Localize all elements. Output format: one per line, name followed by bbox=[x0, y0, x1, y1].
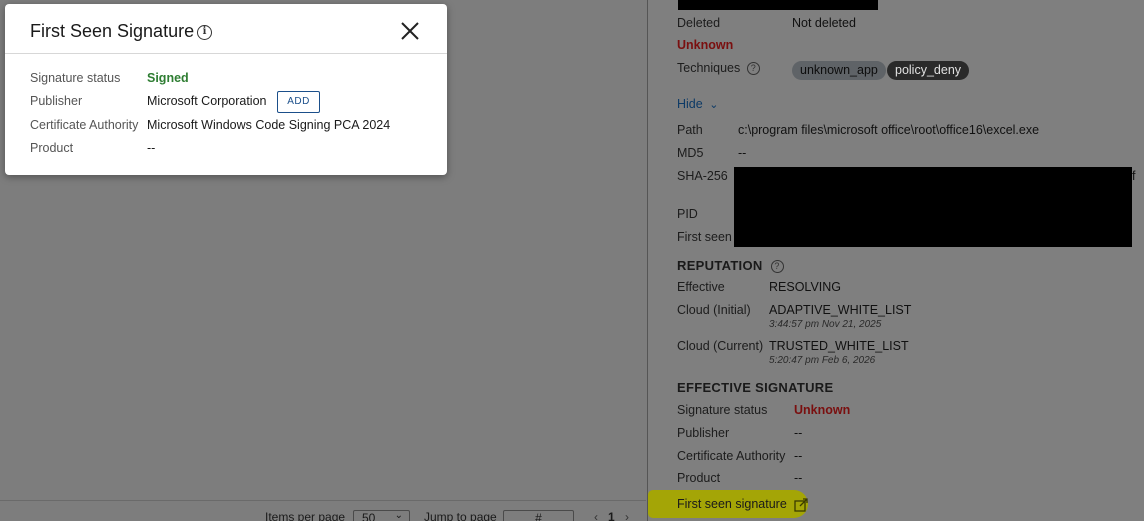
md5-value: -- bbox=[738, 146, 747, 160]
product-label: Product bbox=[30, 141, 74, 155]
items-per-page-label: Items per page bbox=[265, 510, 346, 521]
chevron-down-icon: ⌄ bbox=[709, 99, 719, 111]
eff-sig-publisher-value: -- bbox=[794, 426, 803, 440]
external-link-icon bbox=[794, 498, 808, 512]
eff-sig-ca-label: Certificate Authority bbox=[677, 449, 786, 463]
publisher-label: Publisher bbox=[30, 94, 83, 108]
cloud-current-timestamp: 5:20:47 pm Feb 6, 2026 bbox=[769, 355, 876, 366]
jump-to-page-label: Jump to page bbox=[424, 510, 497, 521]
deleted-label: Deleted bbox=[677, 16, 721, 30]
close-icon[interactable] bbox=[399, 20, 421, 42]
cloud-initial-value: ADAPTIVE_WHITE_LIST bbox=[769, 303, 912, 317]
publisher-value: Microsoft Corporation bbox=[147, 94, 267, 108]
signature-status-value: Signed bbox=[147, 71, 189, 85]
reputation-effective-label: Effective bbox=[677, 280, 725, 294]
jump-to-page-input[interactable]: # bbox=[503, 510, 574, 521]
dialog-title: First Seen Signature bbox=[30, 21, 195, 41]
cloud-initial-timestamp: 3:44:57 pm Nov 21, 2025 bbox=[769, 319, 882, 330]
help-icon[interactable]: ? bbox=[770, 260, 784, 274]
techniques-label: Techniques ? bbox=[677, 61, 760, 76]
cloud-initial-label: Cloud (Initial) bbox=[677, 303, 751, 317]
certificate-authority-value: Microsoft Windows Code Signing PCA 2024 bbox=[147, 118, 391, 132]
certificate-authority-label: Certificate Authority bbox=[30, 118, 139, 132]
current-page[interactable]: 1 bbox=[608, 510, 615, 521]
prev-page-icon[interactable]: ‹ bbox=[594, 510, 598, 521]
deleted-value: Not deleted bbox=[792, 16, 856, 30]
unknown-status: Unknown bbox=[677, 38, 734, 52]
technique-tag[interactable]: policy_deny bbox=[887, 61, 970, 80]
pagination-bar: Items per page 50 ⌄ Jump to page # ‹ 1 › bbox=[0, 500, 646, 521]
sha256-label: SHA-256 bbox=[677, 169, 728, 183]
path-label: Path bbox=[677, 123, 703, 137]
eff-sig-product-label: Product bbox=[677, 471, 721, 485]
add-publisher-button[interactable]: ADD bbox=[277, 91, 320, 113]
eff-sig-status-label: Signature status bbox=[677, 403, 768, 417]
items-per-page-value: 50 bbox=[362, 511, 376, 521]
chevron-down-icon: ⌄ bbox=[394, 510, 403, 521]
items-per-page-select[interactable]: 50 ⌄ bbox=[353, 510, 410, 521]
sha256-value-tail: f bbox=[1132, 169, 1136, 183]
info-icon[interactable]: i bbox=[197, 25, 212, 40]
hide-toggle-link[interactable]: Hide ⌄ bbox=[677, 97, 718, 111]
help-icon[interactable]: ? bbox=[746, 62, 760, 76]
cloud-current-value: TRUSTED_WHITE_LIST bbox=[769, 339, 909, 353]
reputation-effective-value: RESOLVING bbox=[769, 280, 842, 294]
md5-label: MD5 bbox=[677, 146, 704, 160]
eff-sig-ca-value: -- bbox=[794, 449, 803, 463]
dialog-header: First Seen Signature i bbox=[5, 4, 447, 54]
eff-sig-publisher-label: Publisher bbox=[677, 426, 730, 440]
next-page-icon[interactable]: › bbox=[625, 510, 629, 521]
redacted-block bbox=[734, 167, 1132, 247]
details-panel: Deleted Not deleted Unknown Techniques ?… bbox=[647, 0, 1144, 521]
effective-signature-heading: EFFECTIVE SIGNATURE bbox=[677, 380, 834, 395]
eff-sig-status-value: Unknown bbox=[794, 403, 851, 417]
reputation-heading: REPUTATION ? bbox=[677, 258, 784, 274]
first-seen-signature-dialog: First Seen Signature i Signature status … bbox=[5, 4, 447, 175]
product-value: -- bbox=[147, 141, 156, 155]
first-seen-signature-link[interactable]: First seen signature bbox=[677, 497, 809, 512]
technique-tag[interactable]: unknown_app bbox=[792, 61, 886, 80]
cloud-current-label: Cloud (Current) bbox=[677, 339, 764, 353]
jump-to-page-placeholder: # bbox=[535, 511, 542, 521]
path-value: c:\program files\microsoft office\root\o… bbox=[738, 123, 1040, 137]
redacted-block bbox=[678, 0, 878, 10]
first-seen-label: First seen bbox=[677, 230, 732, 244]
pid-label: PID bbox=[677, 207, 698, 221]
eff-sig-product-value: -- bbox=[794, 471, 803, 485]
signature-status-label: Signature status bbox=[30, 71, 121, 85]
